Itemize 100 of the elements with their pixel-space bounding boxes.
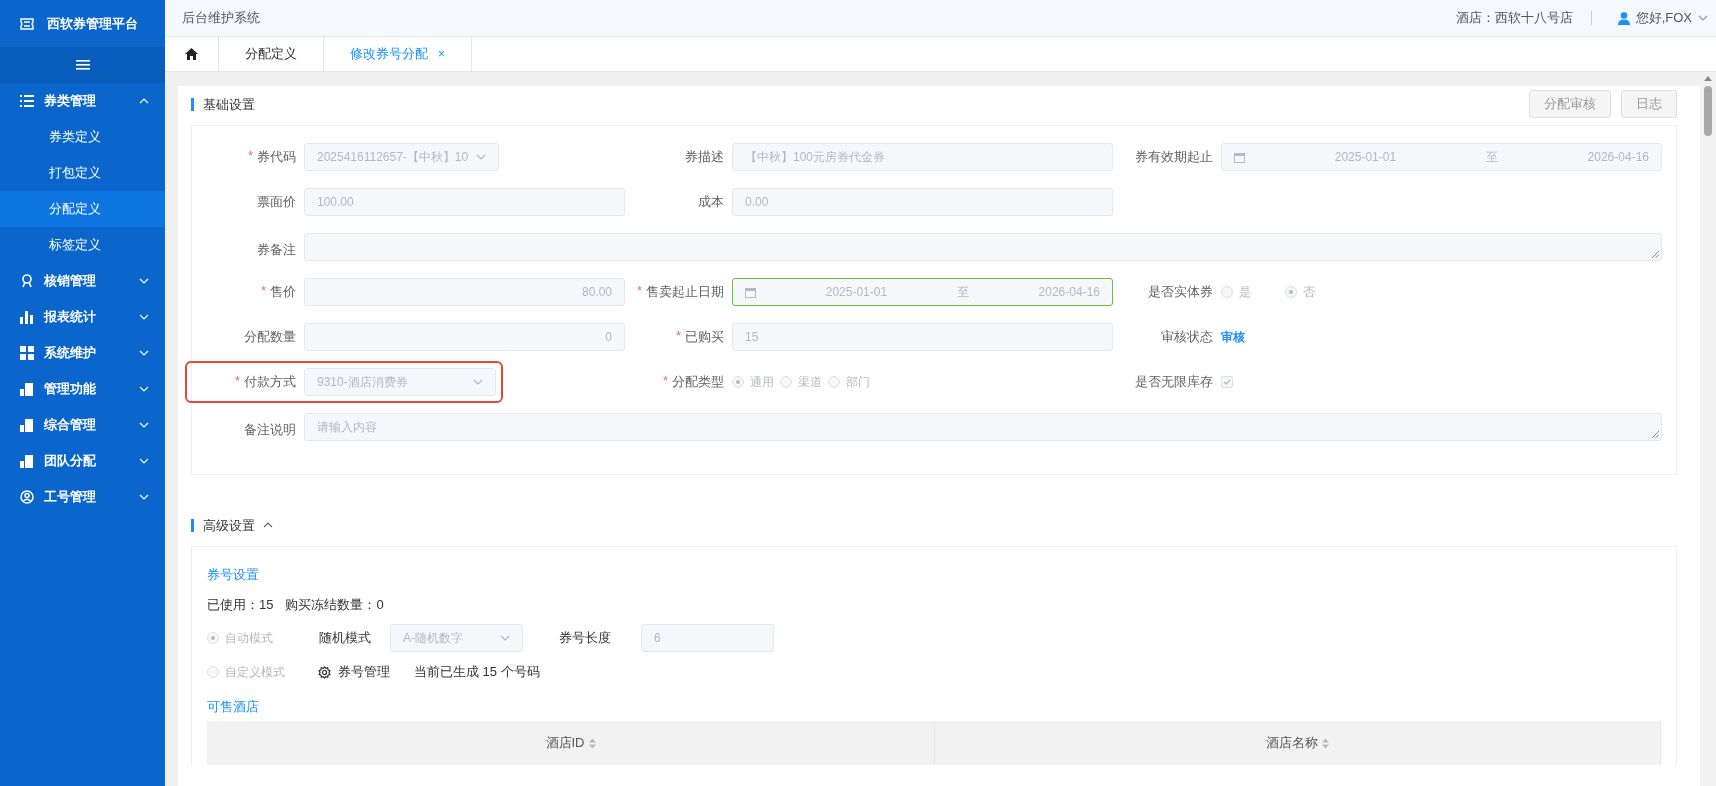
input-field[interactable]: 【中秋】100元房券代金券 (732, 143, 1113, 171)
input-field[interactable]: 0.00 (732, 188, 1113, 216)
tab[interactable]: 修改券号分配 × (324, 37, 472, 71)
collapse-chevron-icon[interactable] (263, 522, 273, 528)
radio-button[interactable] (1221, 286, 1233, 298)
radio-button[interactable] (828, 376, 840, 388)
sidebar-menu-item[interactable]: 管理功能 (0, 371, 165, 407)
chevron-down-icon (476, 154, 487, 160)
input-field[interactable]: 15 (732, 323, 1113, 351)
input-field[interactable]: 100.00 (304, 188, 625, 216)
check-icon (1223, 379, 1231, 385)
input-field[interactable]: 80.00 (304, 278, 625, 306)
bar-chart-icon (20, 310, 34, 324)
sort-icon (588, 737, 596, 749)
checkbox[interactable] (1221, 376, 1233, 388)
chevron-down-icon (139, 494, 149, 500)
required-asterisk: * (662, 373, 668, 390)
required-asterisk: * (675, 328, 681, 345)
user-circle-icon (20, 490, 34, 504)
award-person-icon (20, 274, 34, 288)
subsection-title: 券号设置 (207, 566, 259, 584)
select-field[interactable]: 2025416112657-【中秋】10 (304, 143, 500, 171)
building-icon (20, 382, 34, 396)
app-title: 西软券管理平台 (47, 14, 138, 33)
user-greeting[interactable]: 您好,FOX (1635, 9, 1692, 27)
field-label: 券有效期起止 (1135, 148, 1213, 166)
field-label: 分配数量 (244, 328, 296, 346)
tab-close-button[interactable]: × (438, 47, 445, 61)
section-title: 基础设置 (191, 97, 255, 111)
chevron-down-icon (139, 314, 149, 320)
radio-button[interactable] (207, 632, 219, 644)
field-label: 售价 (270, 283, 296, 301)
select-field[interactable]: 9310-酒店消费券 (304, 368, 496, 396)
radio-label: 部门 (846, 373, 870, 391)
field-label: 券备注 (257, 241, 296, 259)
sidebar-submenu-item[interactable]: 标签定义 (0, 227, 165, 263)
field-label: 已购买 (685, 328, 724, 346)
column-header[interactable]: 酒店ID (207, 721, 935, 765)
chevron-down-icon (500, 635, 510, 641)
chevron-down-icon (473, 379, 483, 385)
user-icon (1617, 11, 1630, 25)
date-range-field[interactable]: 2025-01-01 至 2026-04-16 (1221, 143, 1662, 171)
generated-count: 当前已生成 15 个号码 (414, 663, 540, 681)
sidebar-submenu-item[interactable]: 分配定义 (0, 191, 165, 227)
select-field[interactable]: A-随机数字 (390, 624, 523, 652)
sidebar-menu-item[interactable]: 工号管理 (0, 479, 165, 515)
list-icon (20, 94, 34, 108)
sidebar-submenu-item[interactable]: 打包定义 (0, 155, 165, 191)
system-title: 后台维护系统 (182, 9, 261, 27)
textarea-field[interactable]: 请输入内容 (304, 413, 1662, 441)
radio-label: 自动模式 (225, 629, 273, 647)
sidebar-menu-item[interactable]: 券类管理 (0, 83, 165, 119)
radio-button[interactable] (1285, 286, 1297, 298)
calendar-icon (1234, 151, 1245, 163)
input-field[interactable]: 0 (304, 323, 625, 351)
dropdown-chevron-icon (1698, 15, 1708, 21)
building-icon (20, 418, 34, 432)
action-button[interactable]: 日志 (1621, 90, 1677, 118)
sidebar-submenu-item[interactable]: 券类定义 (0, 119, 165, 155)
radio-label: 渠道 (798, 373, 822, 391)
required-asterisk: * (247, 148, 253, 165)
date-range-field[interactable]: 2025-01-01 至 2026-04-16 (732, 278, 1113, 306)
column-header[interactable]: 酒店名称 (935, 721, 1661, 765)
textarea-field[interactable] (304, 233, 1662, 261)
subsection-title: 可售酒店 (207, 698, 259, 716)
field-label: 随机模式 (319, 629, 371, 647)
radio-label: 自定义模式 (225, 663, 285, 681)
usage-stat: 已使用：15 (207, 596, 274, 614)
field-label: 备注说明 (244, 421, 296, 439)
field-label: 票面价 (257, 193, 296, 211)
sidebar-menu-item[interactable]: 报表统计 (0, 299, 165, 335)
manage-button[interactable]: 券号管理 (318, 663, 390, 681)
status-link[interactable]: 审核 (1221, 328, 1245, 346)
input-field[interactable]: 6 (641, 624, 774, 652)
chevron-down-icon (139, 350, 149, 356)
menu-icon[interactable] (75, 60, 90, 70)
required-asterisk: * (636, 283, 642, 300)
ticket-icon (20, 17, 34, 30)
radio-button[interactable] (732, 376, 744, 388)
resize-handle-icon (1652, 251, 1659, 258)
tab[interactable]: 分配定义 (219, 37, 324, 71)
sort-icon (1322, 737, 1329, 749)
field-label: 券号长度 (559, 629, 611, 647)
sidebar-menu-item[interactable]: 团队分配 (0, 443, 165, 479)
field-label: 是否实体券 (1148, 283, 1213, 301)
radio-label: 否 (1303, 283, 1315, 301)
usage-stat: 购买冻结数量：0 (285, 596, 384, 614)
action-button[interactable]: 分配审核 (1529, 90, 1611, 118)
required-asterisk: * (234, 373, 240, 390)
field-label: 券描述 (685, 148, 724, 166)
home-icon (185, 48, 198, 60)
sidebar-menu-item[interactable]: 系统维护 (0, 335, 165, 371)
required-asterisk: * (260, 283, 266, 300)
sidebar-menu-item[interactable]: 核销管理 (0, 263, 165, 299)
radio-button[interactable] (780, 376, 792, 388)
field-label: 是否无限库存 (1135, 373, 1213, 391)
gear-icon (318, 665, 331, 679)
sidebar-menu-item[interactable]: 综合管理 (0, 407, 165, 443)
chevron-down-icon (139, 278, 149, 284)
radio-button[interactable] (207, 666, 219, 678)
